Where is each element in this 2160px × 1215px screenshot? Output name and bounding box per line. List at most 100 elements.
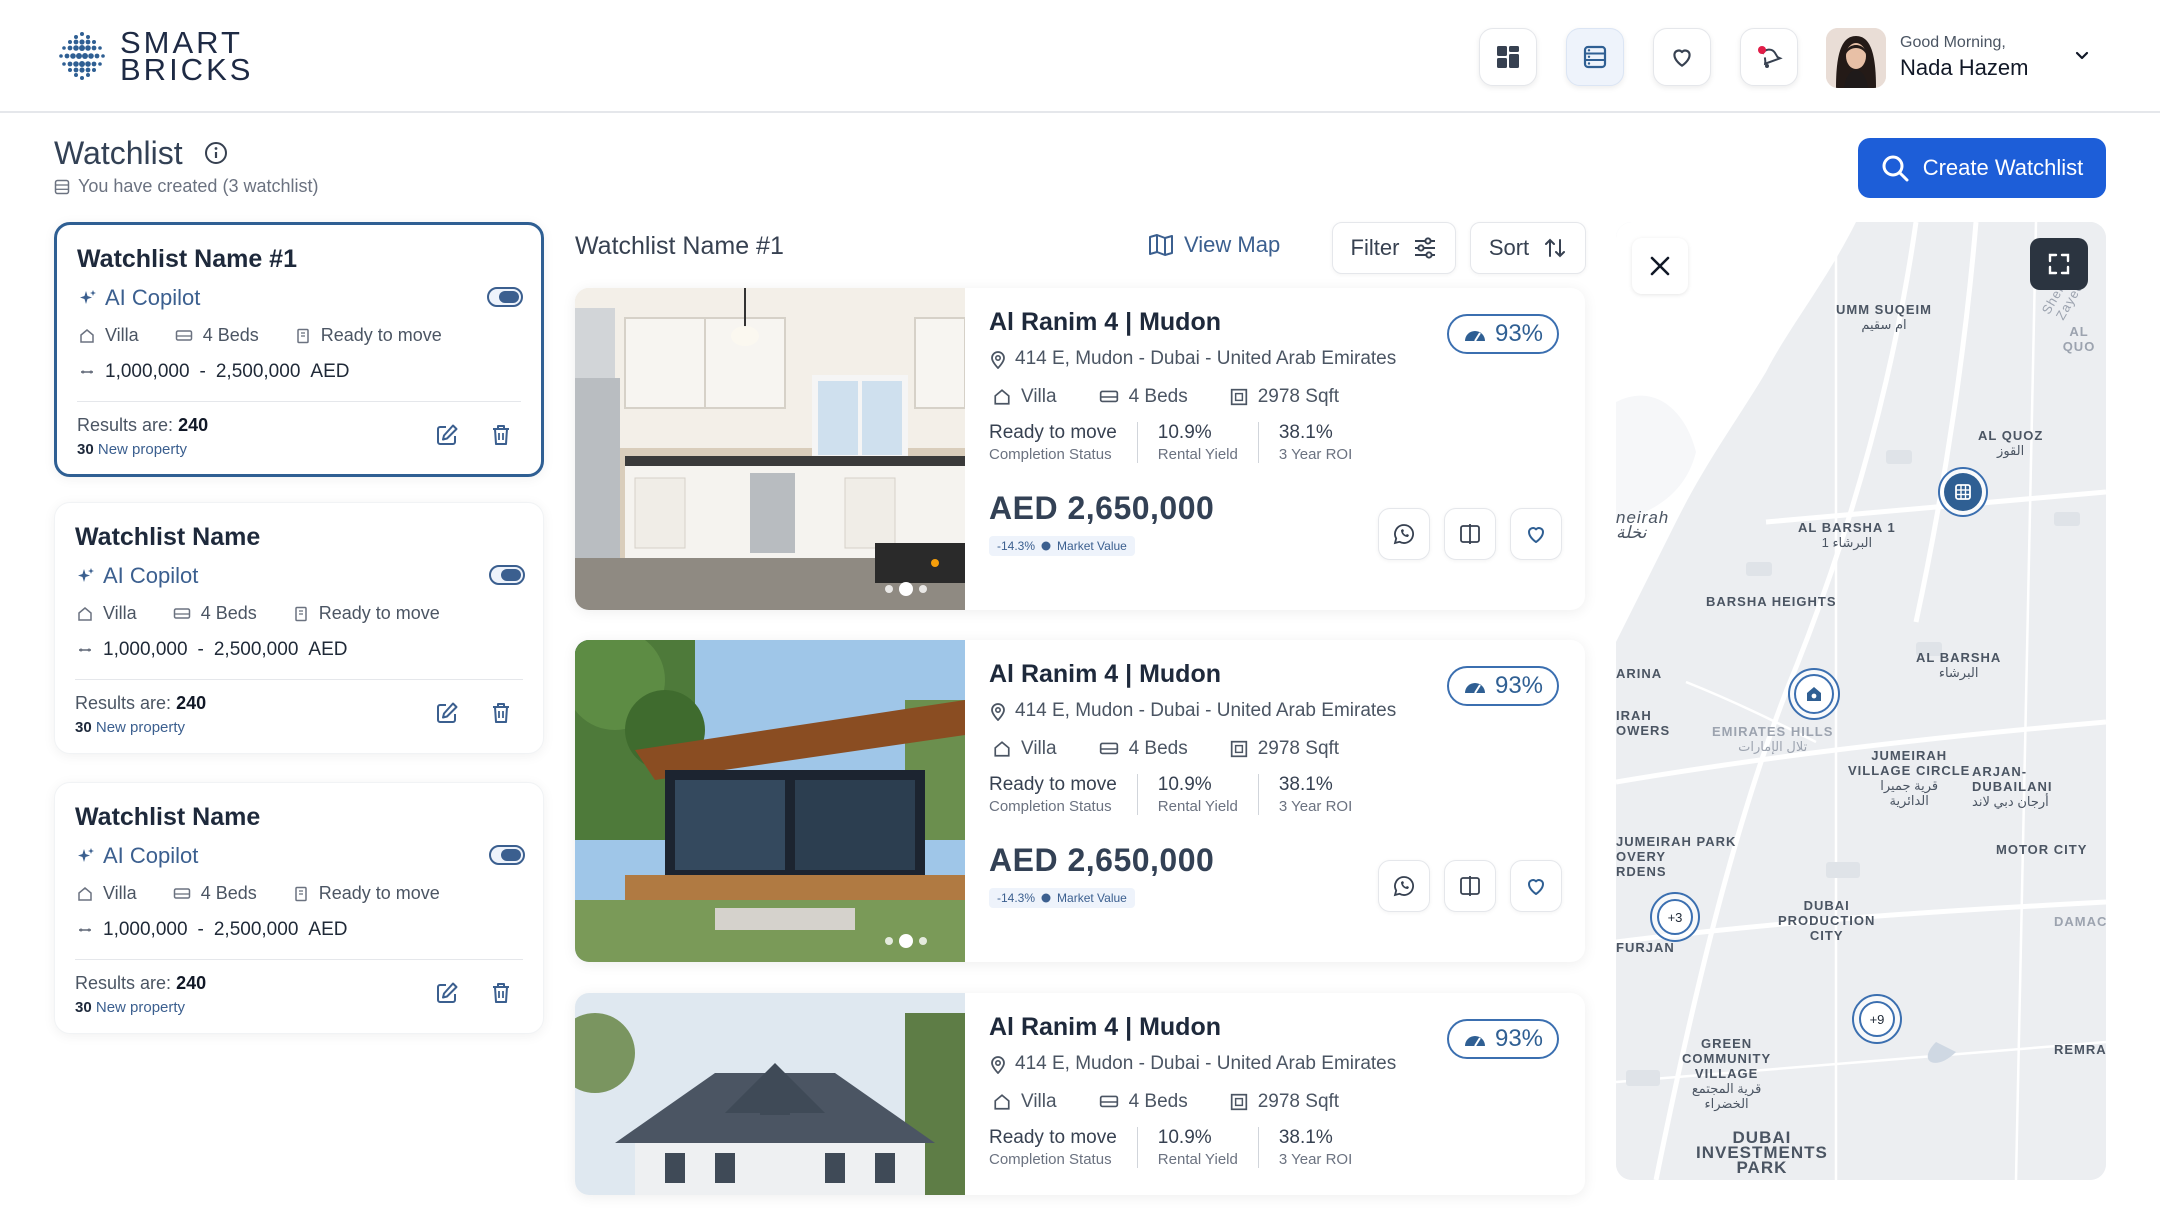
sort-label: Sort (1488, 235, 1530, 260)
create-watchlist-button[interactable]: Create Watchlist (1858, 138, 2106, 198)
edit-watchlist-button[interactable] (427, 693, 467, 733)
price-min: 1,000,000 (103, 919, 188, 940)
heart-icon (1673, 49, 1691, 67)
stat-value: 10.9% (1157, 422, 1212, 443)
property-title[interactable]: Al Ranim 4 | Mudon (989, 660, 1221, 689)
list-small-icon (54, 179, 70, 194)
filter-button[interactable]: Filter (1332, 222, 1456, 274)
dot-icon (1041, 893, 1051, 903)
stat-rental-yield: 10.9% Rental Yield (1158, 1127, 1259, 1168)
map-label: UMM SUQEIM ام سقيم (1836, 302, 1932, 332)
stat-completion: Ready to move Completion Status (989, 1127, 1138, 1168)
villa-photo (575, 640, 965, 962)
property-type: Villa (105, 325, 139, 345)
compare-button[interactable] (1444, 508, 1496, 560)
house-photo (575, 993, 965, 1195)
user-avatar[interactable] (1826, 28, 1886, 88)
map-cluster[interactable]: +9 (1852, 994, 1902, 1044)
bed-icon (1099, 390, 1118, 403)
bed-icon (1099, 742, 1118, 755)
favorites-button[interactable] (1653, 28, 1711, 86)
market-value-badge: -14.3% Market Value (989, 888, 1135, 908)
property-image[interactable] (575, 640, 965, 962)
stat-roi: 38.1% 3 Year ROI (1279, 422, 1372, 463)
property-card[interactable]: Al Ranim 4 | Mudon 414 E, Mudon - Dubai … (575, 288, 1585, 610)
property-card[interactable]: Al Ranim 4 | Mudon 414 E, Mudon - Dubai … (575, 993, 1585, 1195)
match-score-badge: 93% (1447, 314, 1559, 354)
favorite-button[interactable] (1510, 860, 1562, 912)
dashboard-button[interactable] (1479, 28, 1537, 86)
whatsapp-button[interactable] (1378, 860, 1430, 912)
watchlist-card[interactable]: Watchlist Name #1 AI Copilot Villa 4 Bed… (54, 222, 544, 477)
list-title: Watchlist Name #1 (575, 232, 784, 260)
map-label: AL BARSHA 1 البرشاء 1 (1798, 520, 1896, 550)
cluster-count: +9 (1859, 1001, 1895, 1037)
compare-button[interactable] (1444, 860, 1496, 912)
watchlist-card[interactable]: Watchlist Name AI Copilot Villa 4 Beds R… (54, 502, 544, 754)
chevron-down-icon[interactable] (2072, 46, 2092, 66)
property-address: 414 E, Mudon - Dubai - United Arab Emira… (989, 700, 1396, 722)
watchlist-nav-button[interactable] (1566, 28, 1624, 86)
property-address: 414 E, Mudon - Dubai - United Arab Emira… (989, 1053, 1396, 1075)
bed-icon (173, 607, 190, 619)
property-image[interactable] (575, 288, 965, 610)
close-map-button[interactable] (1632, 238, 1688, 294)
map-marker[interactable] (1938, 467, 1988, 517)
page-subtitle: You have created (3 watchlist) (54, 176, 318, 197)
delete-watchlist-button[interactable] (481, 693, 521, 733)
image-pagination[interactable] (885, 582, 927, 596)
ai-copilot-label: AI Copilot (77, 563, 198, 589)
whatsapp-button[interactable] (1378, 508, 1430, 560)
map-label: DUBAI PRODUCTION CITY (1778, 898, 1876, 943)
home-marker-icon (1807, 687, 1821, 701)
brand-logo[interactable]: SMART BRICKS (54, 27, 253, 85)
ai-copilot-label: AI Copilot (79, 285, 200, 311)
trash-icon (493, 425, 509, 445)
address-text: 414 E, Mudon - Dubai - United Arab Emira… (1015, 348, 1397, 369)
completion-status: Ready to move (320, 325, 442, 345)
location-pin-icon (991, 703, 1005, 721)
ai-copilot-toggle[interactable] (489, 565, 525, 585)
building-marker-icon (1955, 484, 1971, 500)
property-image[interactable] (575, 993, 965, 1195)
watchlist-features: Villa 4 Beds Ready to move (77, 603, 440, 624)
property-title[interactable]: Al Ranim 4 | Mudon (989, 1013, 1221, 1042)
ai-copilot-toggle[interactable] (489, 845, 525, 865)
delete-watchlist-button[interactable] (481, 973, 521, 1013)
favorite-button[interactable] (1510, 508, 1562, 560)
map-panel[interactable]: UMM SUQEIM ام سقيم AL QUOZ القوز AL QUO Sh… (1616, 222, 2106, 1180)
view-map-button[interactable]: View Map (1148, 232, 1280, 258)
bed-icon (1099, 1095, 1118, 1108)
map-label: neirah نخلة (1616, 508, 1670, 542)
results-count: Results are: 240 (75, 693, 206, 714)
info-icon[interactable] (204, 141, 228, 165)
map-cluster[interactable]: +3 (1650, 892, 1700, 942)
delete-watchlist-button[interactable] (481, 415, 521, 455)
new-count: 30 (75, 999, 92, 1016)
property-title[interactable]: Al Ranim 4 | Mudon (989, 308, 1221, 337)
stat-label: 3 Year ROI (1278, 446, 1353, 463)
logo-icon (59, 32, 105, 80)
price-separator: - (199, 361, 206, 382)
divider (77, 401, 521, 402)
edit-watchlist-button[interactable] (427, 415, 467, 455)
home-icon (80, 328, 94, 343)
map-marker-selected[interactable] (1788, 668, 1840, 720)
fullscreen-map-button[interactable] (2030, 238, 2088, 290)
stat-value: 38.1% (1278, 774, 1333, 795)
results-count: Results are: 240 (77, 415, 208, 436)
watchlist-card[interactable]: Watchlist Name AI Copilot Villa 4 Beds R… (54, 782, 544, 1034)
notifications-button[interactable] (1740, 28, 1798, 86)
watchlist-features: Villa 4 Beds Ready to move (77, 883, 440, 904)
ai-copilot-text: AI Copilot (103, 843, 199, 868)
divider (75, 679, 523, 680)
home-icon (78, 886, 92, 901)
ai-copilot-toggle[interactable] (487, 287, 523, 307)
expand-icon (2048, 253, 2070, 275)
edit-watchlist-button[interactable] (427, 973, 467, 1013)
beds-count: 4 Beds (200, 883, 257, 903)
property-card[interactable]: Al Ranim 4 | Mudon 414 E, Mudon - Dubai … (575, 640, 1585, 962)
image-pagination[interactable] (885, 934, 927, 948)
building-icon (295, 606, 307, 621)
sort-button[interactable]: Sort (1470, 222, 1586, 274)
